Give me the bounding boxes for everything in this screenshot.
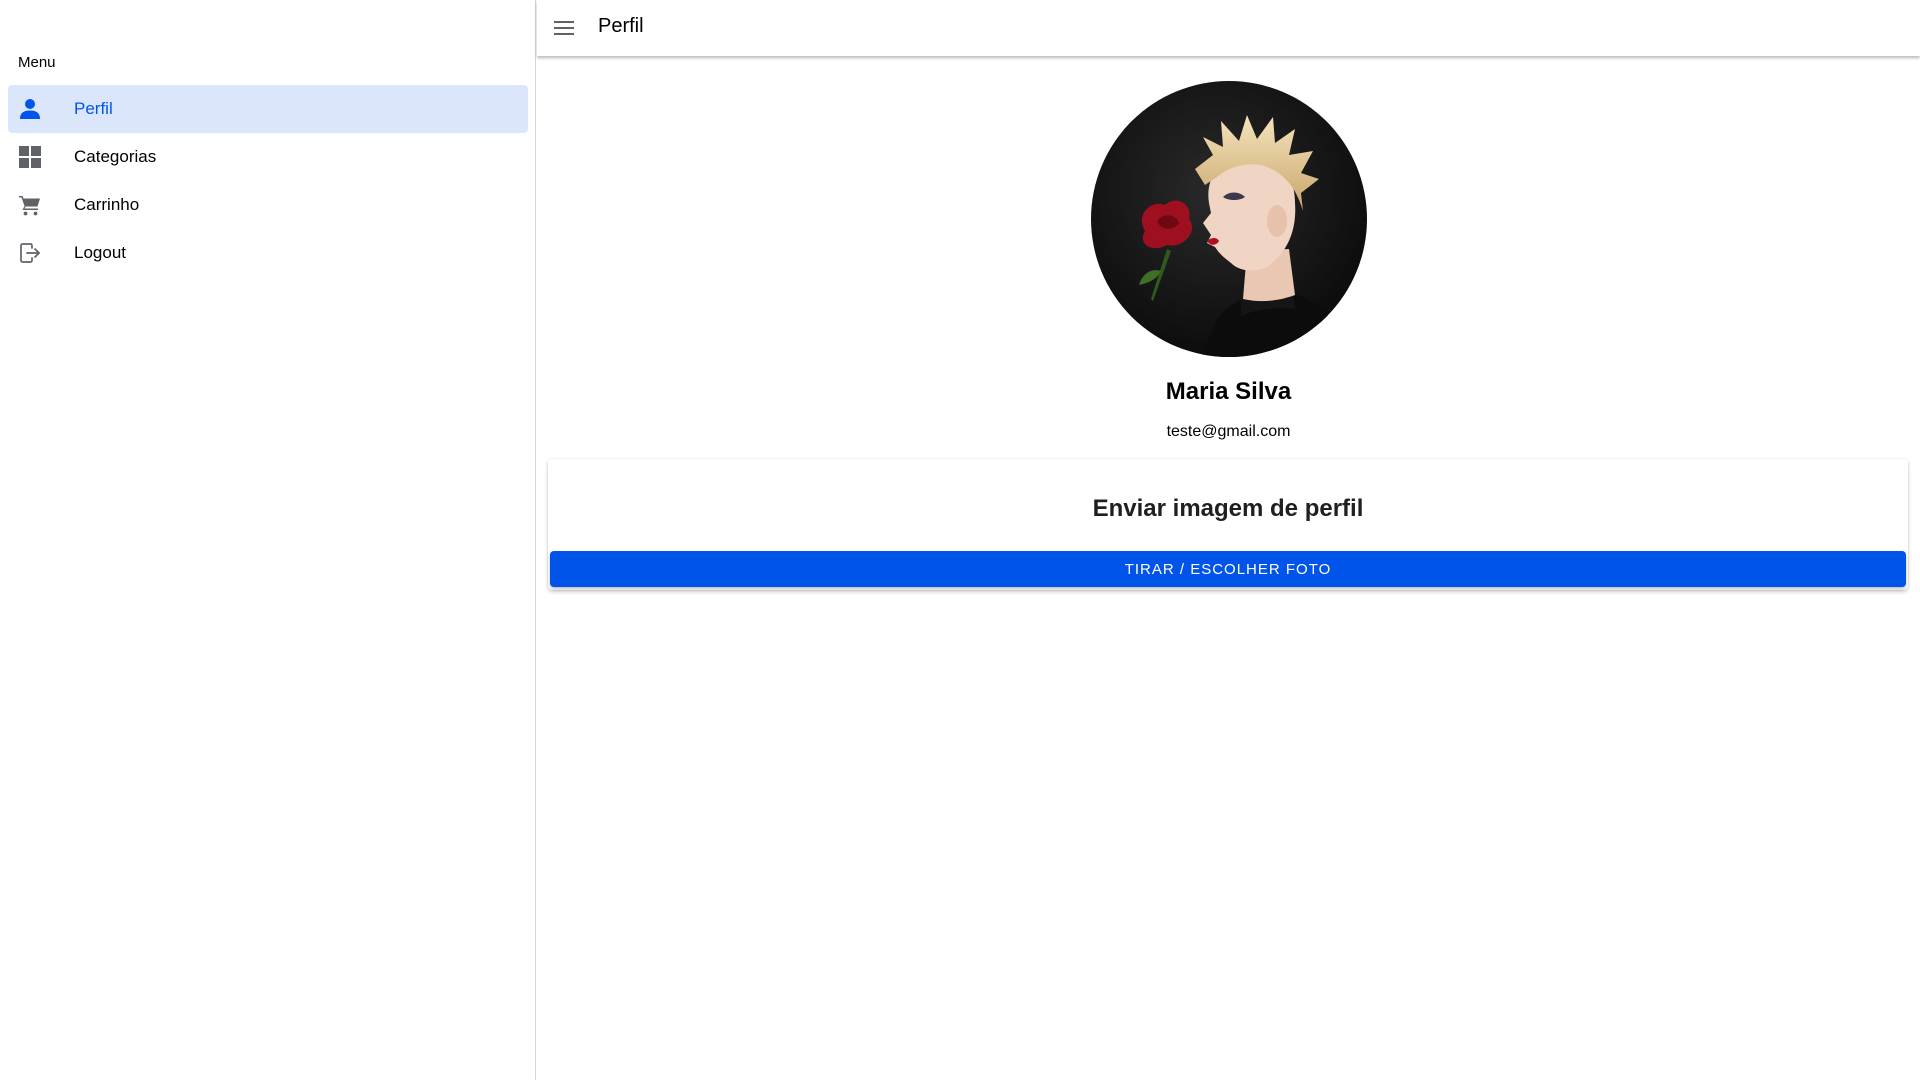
menu-list: Perfil Categorias Carrinho Logout xyxy=(8,85,528,277)
avatar xyxy=(1091,81,1367,357)
toolbar: Perfil xyxy=(537,0,1920,56)
hamburger-menu-icon[interactable] xyxy=(550,14,578,42)
person-icon xyxy=(18,97,42,121)
grid-icon xyxy=(18,145,42,169)
upload-card: Enviar imagem de perfil TIRAR / ESCOLHER… xyxy=(548,459,1908,590)
sidebar: Menu Perfil Categorias Carrinho Logout xyxy=(0,0,536,1080)
logout-icon xyxy=(18,241,42,265)
profile-content: Maria Silva teste@gmail.com Enviar image… xyxy=(537,56,1920,1080)
sidebar-item-label: Perfil xyxy=(74,99,113,118)
sidebar-item-carrinho[interactable]: Carrinho xyxy=(8,181,528,229)
sidebar-item-categorias[interactable]: Categorias xyxy=(8,133,528,181)
cart-icon xyxy=(18,193,42,217)
page-title: Perfil xyxy=(598,15,644,37)
sidebar-item-perfil[interactable]: Perfil xyxy=(8,85,528,133)
user-email: teste@gmail.com xyxy=(1166,423,1291,440)
upload-title: Enviar imagem de perfil xyxy=(1092,495,1364,522)
take-choose-photo-button[interactable]: TIRAR / ESCOLHER FOTO xyxy=(550,551,1906,587)
app: Menu Perfil Categorias Carrinho Logout P… xyxy=(0,0,1920,1080)
sidebar-item-label: Carrinho xyxy=(74,195,140,214)
user-name: Maria Silva xyxy=(1165,378,1292,405)
menu-header: Menu xyxy=(18,54,56,71)
sidebar-item-label: Logout xyxy=(74,243,126,262)
sidebar-item-logout[interactable]: Logout xyxy=(8,229,528,277)
sidebar-item-label: Categorias xyxy=(74,147,157,166)
